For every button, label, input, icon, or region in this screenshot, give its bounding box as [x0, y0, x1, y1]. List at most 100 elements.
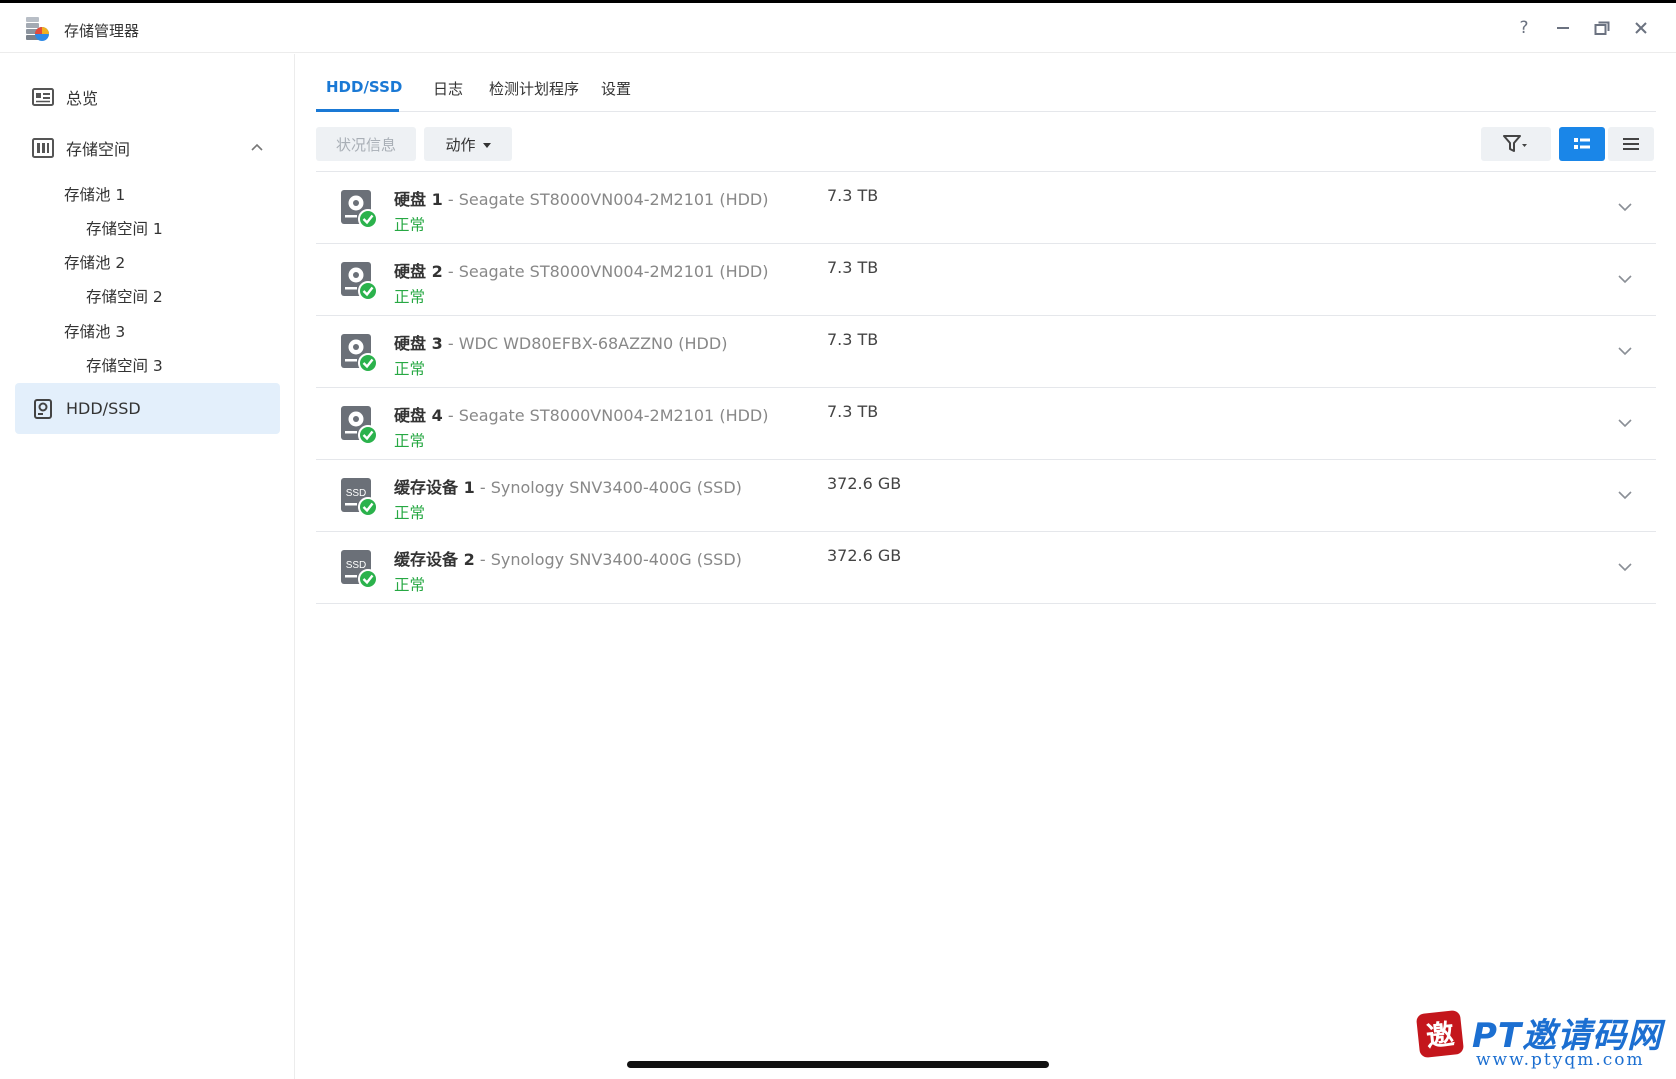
disk-number: 3: [431, 334, 443, 353]
caret-down-icon: [482, 142, 491, 148]
disk-number: 2: [463, 550, 475, 569]
close-button[interactable]: [1630, 17, 1652, 39]
disk-label: 缓存设备: [394, 550, 459, 569]
watermark-seal: 邀: [1415, 1009, 1465, 1059]
chevron-down-icon[interactable]: [1618, 274, 1632, 284]
disk-status: 正常: [394, 576, 426, 594]
chevron-down-icon[interactable]: [1618, 346, 1632, 356]
title-bar: 存储管理器 ?: [0, 3, 1676, 53]
sidebar-item-pool-2[interactable]: 存储池 2: [64, 251, 125, 273]
chevron-down-icon[interactable]: [1618, 418, 1632, 428]
sidebar-item-volume-2[interactable]: 存储空间 2: [86, 285, 163, 307]
disk-size: 7.3 TB: [827, 402, 879, 421]
detail-list-icon: [1574, 138, 1590, 149]
disk-number: 1: [463, 478, 475, 497]
storage-manager-window: 存储管理器 ? 总览 存储空间 存储池 1 存储空间 1 存储池 2 存储空间 …: [0, 3, 1676, 1079]
ssd-icon-text: SSD: [346, 560, 367, 571]
close-icon: [1635, 22, 1647, 34]
disk-row[interactable]: 硬盘 2 - Seagate ST8000VN004-2M2101 (HDD) 正…: [316, 244, 1656, 316]
disk-status: 正常: [394, 432, 426, 450]
minimize-icon: [1557, 27, 1569, 29]
ssd-status-icon: SSD: [339, 548, 379, 589]
sidebar-item-storage[interactable]: 存储空间: [15, 124, 280, 172]
sidebar-item-pool-3[interactable]: 存储池 3: [64, 320, 125, 342]
hdd-status-icon: [339, 332, 379, 373]
watermark-url: www.ptyqm.com: [1476, 1050, 1645, 1070]
sidebar-item-overview[interactable]: 总览: [15, 73, 280, 121]
disk-size: 7.3 TB: [827, 330, 879, 349]
disk-status: 正常: [394, 504, 426, 522]
chevron-down-icon[interactable]: [1618, 202, 1632, 212]
chevron-down-icon[interactable]: [1618, 490, 1632, 500]
disk-model: Seagate ST8000VN004-2M2101 (HDD): [458, 406, 769, 425]
disk-label: 硬盘: [394, 262, 427, 281]
disk-row[interactable]: SSD 缓存设备 2 - Synology SNV3400-400G (SSD) 正…: [316, 532, 1656, 604]
disk-name: 缓存设备 2 - Synology SNV3400-400G (SSD): [394, 550, 742, 569]
disk-label: 硬盘: [394, 406, 427, 425]
sidebar-item-pool-1[interactable]: 存储池 1: [64, 183, 125, 205]
help-button[interactable]: ?: [1513, 17, 1535, 39]
disk-name: 硬盘 4 - Seagate ST8000VN004-2M2101 (HDD): [394, 406, 769, 425]
disk-list: 硬盘 1 - Seagate ST8000VN004-2M2101 (HDD) 正…: [316, 171, 1656, 604]
tab-test-scheduler[interactable]: 检测计划程序: [489, 78, 579, 99]
disk-row[interactable]: 硬盘 4 - Seagate ST8000VN004-2M2101 (HDD) 正…: [316, 388, 1656, 460]
disk-name: 硬盘 3 - WDC WD80EFBX-68AZZN0 (HDD): [394, 334, 728, 353]
tab-log[interactable]: 日志: [433, 78, 463, 99]
ssd-status-icon: SSD: [339, 476, 379, 517]
detail-view-button[interactable]: [1559, 127, 1605, 161]
disk-row[interactable]: 硬盘 1 - Seagate ST8000VN004-2M2101 (HDD) 正…: [316, 172, 1656, 244]
tab-settings[interactable]: 设置: [601, 78, 631, 99]
disk-model: Seagate ST8000VN004-2M2101 (HDD): [458, 262, 769, 281]
sidebar-item-volume-1[interactable]: 存储空间 1: [86, 217, 163, 239]
hdd-status-icon: [339, 188, 379, 229]
filter-button[interactable]: [1481, 127, 1551, 161]
sidebar: 总览 存储空间 存储池 1 存储空间 1 存储池 2 存储空间 2 存储池 3 …: [0, 54, 295, 1079]
disk-number: 4: [431, 406, 443, 425]
chevron-down-icon[interactable]: [1618, 562, 1632, 572]
status-info-button[interactable]: 状况信息: [316, 127, 416, 161]
restore-button[interactable]: [1591, 17, 1613, 39]
disk-size: 7.3 TB: [827, 258, 879, 277]
hdd-status-icon: [339, 260, 379, 301]
hdd-icon: [32, 398, 54, 420]
overview-icon: [32, 86, 54, 108]
list-icon: [1623, 138, 1639, 150]
disk-status: 正常: [394, 288, 426, 306]
disk-status: 正常: [394, 216, 426, 234]
sidebar-item-label: 存储空间: [66, 140, 131, 159]
disk-model: WDC WD80EFBX-68AZZN0 (HDD): [458, 334, 728, 353]
list-view-button[interactable]: [1608, 127, 1654, 161]
disk-size: 7.3 TB: [827, 186, 879, 205]
active-tab-indicator: [316, 109, 399, 112]
disk-model: Synology SNV3400-400G (SSD): [490, 550, 742, 569]
tab-bar: HDD/SSD 日志 检测计划程序 设置: [316, 54, 1656, 112]
status-info-label: 状况信息: [335, 135, 396, 154]
disk-model: Seagate ST8000VN004-2M2101 (HDD): [458, 190, 769, 209]
disk-row[interactable]: 硬盘 3 - WDC WD80EFBX-68AZZN0 (HDD) 正常 7.3 T…: [316, 316, 1656, 388]
action-label: 动作: [445, 135, 476, 154]
disk-label: 缓存设备: [394, 478, 459, 497]
disk-model: Synology SNV3400-400G (SSD): [490, 478, 742, 497]
storage-icon: [32, 137, 54, 159]
disk-number: 2: [431, 262, 443, 281]
sidebar-item-label: 总览: [66, 89, 99, 108]
minimize-button[interactable]: [1552, 17, 1574, 39]
disk-row[interactable]: SSD 缓存设备 1 - Synology SNV3400-400G (SSD) 正…: [316, 460, 1656, 532]
sidebar-item-label: HDD/SSD: [66, 399, 141, 418]
disk-size: 372.6 GB: [827, 546, 902, 565]
toolbar: 状况信息 动作: [316, 127, 1656, 163]
disk-label: 硬盘: [394, 334, 427, 353]
tab-hddssd[interactable]: HDD/SSD: [326, 78, 402, 96]
storage-manager-app-icon: [26, 17, 49, 41]
window-title: 存储管理器: [64, 22, 140, 40]
main-panel: HDD/SSD 日志 检测计划程序 设置 状况信息 动作 硬盘 1 - Seag…: [296, 54, 1676, 1079]
ssd-icon-text: SSD: [346, 488, 367, 499]
action-dropdown-button[interactable]: 动作: [424, 127, 512, 161]
sidebar-item-volume-3[interactable]: 存储空间 3: [86, 354, 163, 376]
sidebar-item-hddssd[interactable]: HDD/SSD: [15, 383, 280, 434]
chevron-up-icon[interactable]: [250, 140, 264, 154]
disk-label: 硬盘: [394, 190, 427, 209]
hdd-status-icon: [339, 404, 379, 445]
home-indicator: [627, 1061, 1049, 1068]
disk-number: 1: [431, 190, 443, 209]
